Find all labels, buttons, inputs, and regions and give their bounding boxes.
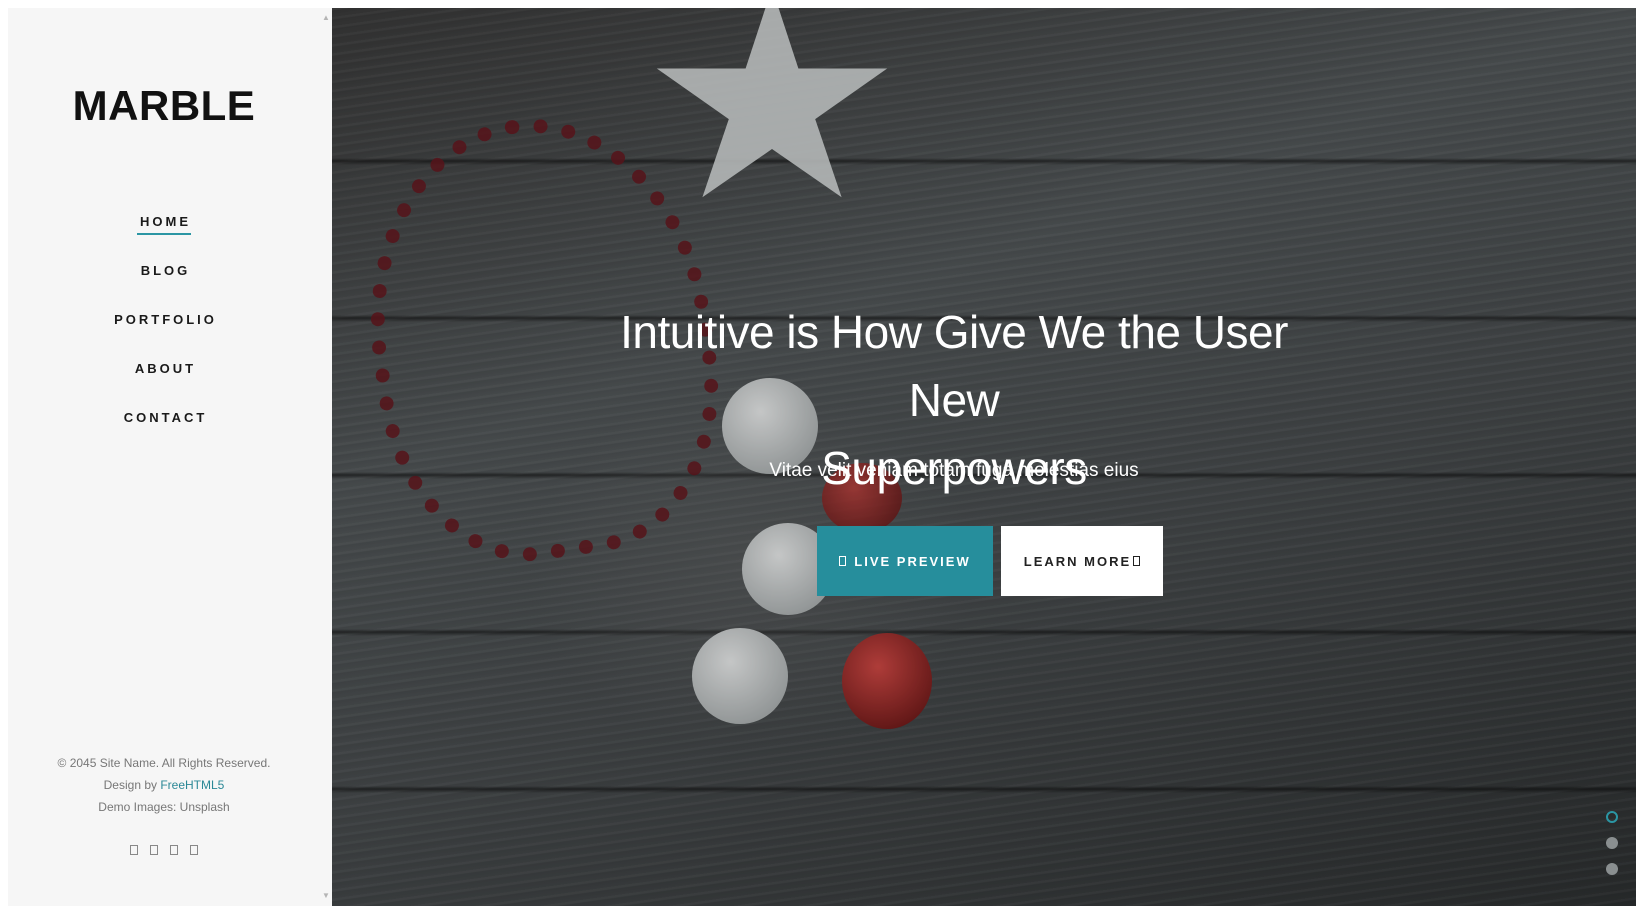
slide-dot-3[interactable] bbox=[1606, 863, 1618, 875]
slide-dot-1[interactable] bbox=[1606, 811, 1618, 823]
social-icon-4[interactable] bbox=[190, 845, 198, 855]
live-preview-label: LIVE PREVIEW bbox=[854, 553, 971, 569]
nav-item-home[interactable]: HOME bbox=[137, 214, 191, 235]
slide-pagination bbox=[1606, 811, 1620, 889]
learn-more-button[interactable]: LEARN MORE bbox=[1001, 526, 1163, 596]
eye-icon bbox=[839, 556, 847, 566]
hero-headline-line-1: Intuitive is How Give We the User New bbox=[620, 306, 1288, 426]
nav-item-blog[interactable]: BLOG bbox=[138, 263, 191, 282]
page-frame: MARBLE HOME BLOG PORTFOLIO ABOUT CONTACT… bbox=[8, 8, 1636, 906]
nav-item-contact[interactable]: CONTACT bbox=[121, 410, 208, 429]
main-nav: HOME BLOG PORTFOLIO ABOUT CONTACT bbox=[8, 213, 320, 458]
nav-item-portfolio[interactable]: PORTFOLIO bbox=[111, 312, 217, 331]
scroll-down-arrow-icon[interactable]: ▼ bbox=[320, 890, 332, 902]
sidebar-footer: © 2045 Site Name. All Rights Reserved. D… bbox=[8, 752, 320, 818]
social-icon-3[interactable] bbox=[170, 845, 178, 855]
design-credit: Design by FreeHTML5 bbox=[8, 774, 320, 796]
sidebar: MARBLE HOME BLOG PORTFOLIO ABOUT CONTACT… bbox=[8, 8, 332, 906]
hero-slider: Intuitive is How Give We the User New Su… bbox=[332, 8, 1636, 906]
hero-subheading: Vitae velit veniam totam fuga molestias … bbox=[769, 460, 1139, 481]
freehtml5-link[interactable]: FreeHTML5 bbox=[160, 778, 224, 792]
social-icon-1[interactable] bbox=[130, 845, 138, 855]
demo-images-credit: Demo Images: Unsplash bbox=[98, 800, 230, 814]
live-preview-button[interactable]: LIVE PREVIEW bbox=[817, 526, 993, 596]
sidebar-scrollbar[interactable]: ▲ ▼ bbox=[320, 8, 332, 906]
copyright-text: © 2045 Site Name. All Rights Reserved. bbox=[57, 756, 271, 770]
learn-more-label: LEARN MORE bbox=[1023, 553, 1132, 569]
design-credit-prefix: Design by bbox=[103, 778, 161, 792]
slide-dot-2[interactable] bbox=[1606, 837, 1618, 849]
nav-item-about[interactable]: ABOUT bbox=[132, 361, 196, 380]
social-links bbox=[8, 842, 320, 860]
social-icon-2[interactable] bbox=[150, 845, 158, 855]
arrow-right-icon bbox=[1133, 556, 1141, 566]
scroll-up-arrow-icon[interactable]: ▲ bbox=[320, 12, 332, 24]
site-logo[interactable]: MARBLE bbox=[8, 82, 320, 130]
